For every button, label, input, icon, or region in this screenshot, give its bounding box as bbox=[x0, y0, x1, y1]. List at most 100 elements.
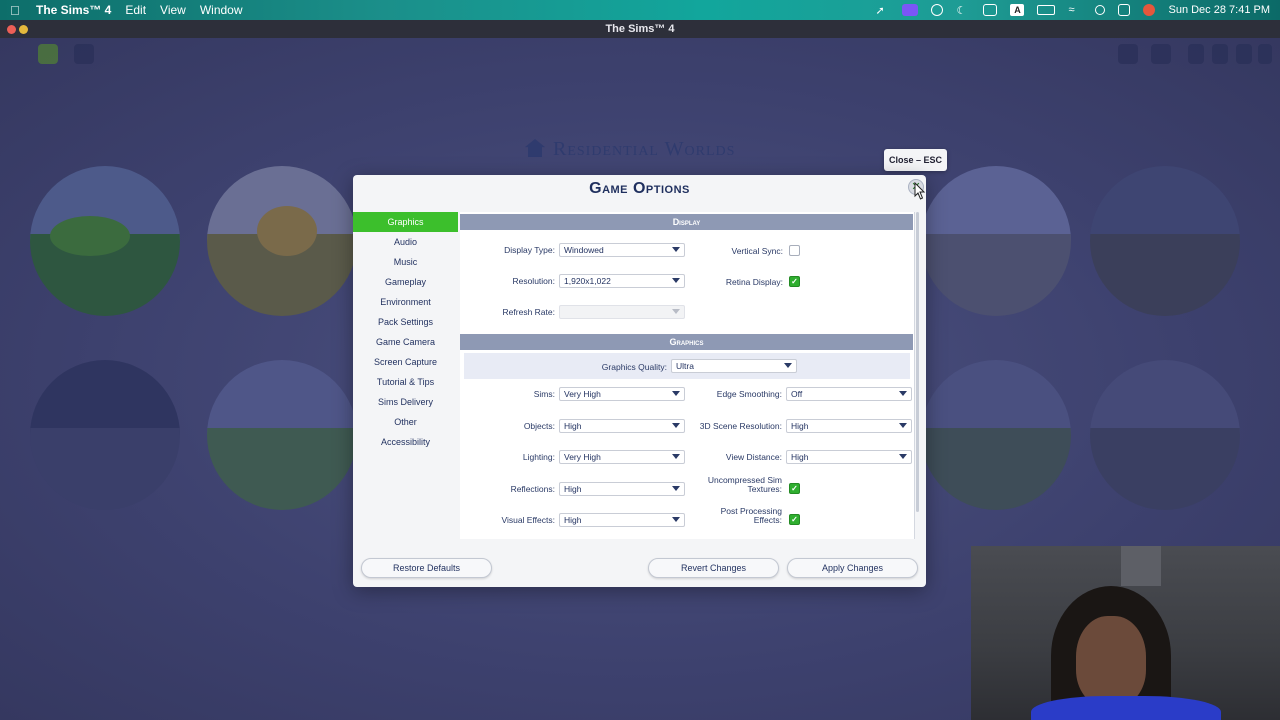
window-title: The Sims™ 4 bbox=[605, 23, 675, 35]
nav-accessibility[interactable]: Accessibility bbox=[353, 432, 458, 452]
apple-icon[interactable]:  bbox=[10, 3, 28, 18]
nav-sims-delivery[interactable]: Sims Delivery bbox=[353, 392, 458, 412]
wifi-icon[interactable]: ≈ bbox=[1068, 4, 1082, 16]
moon-icon[interactable]: ☾ bbox=[956, 4, 970, 17]
menu-app-name[interactable]: The Sims™ 4 bbox=[36, 3, 111, 17]
graphics-settings-panel: Display Display Type: Windowed Resolutio… bbox=[460, 212, 915, 539]
chevron-down-icon bbox=[672, 517, 680, 522]
graphics-quality-dropdown[interactable]: Ultra bbox=[671, 359, 797, 373]
webcam-person-shirt bbox=[1031, 696, 1221, 720]
search-icon[interactable] bbox=[1095, 5, 1106, 15]
nav-audio[interactable]: Audio bbox=[353, 232, 458, 252]
view-distance-dropdown[interactable]: High bbox=[786, 450, 912, 464]
sims-dropdown[interactable]: Very High bbox=[559, 387, 685, 401]
world-thumbnail[interactable] bbox=[1090, 360, 1240, 510]
resolution-dropdown[interactable]: 1,920x1,022 bbox=[559, 274, 685, 288]
resolution-label: Resolution: bbox=[512, 276, 555, 286]
nav-pack-settings[interactable]: Pack Settings bbox=[353, 312, 458, 332]
dialog-title: Game Options bbox=[589, 180, 690, 197]
uncompressed-textures-checkbox[interactable]: ✓ bbox=[789, 483, 800, 494]
lighting-label: Lighting: bbox=[522, 452, 555, 462]
retina-display-checkbox[interactable]: ✓ bbox=[789, 276, 800, 287]
nav-tutorial-tips[interactable]: Tutorial & Tips bbox=[353, 372, 458, 392]
more-icon[interactable] bbox=[1258, 44, 1272, 64]
world-thumbnail[interactable] bbox=[207, 360, 357, 510]
restore-defaults-button[interactable]: Restore Defaults bbox=[361, 558, 492, 578]
window-icon[interactable] bbox=[983, 4, 998, 16]
world-thumbnail[interactable] bbox=[207, 166, 357, 316]
nav-graphics[interactable]: Graphics bbox=[353, 212, 458, 232]
retina-display-label: Retina Display: bbox=[725, 277, 783, 287]
nav-music[interactable]: Music bbox=[353, 252, 458, 272]
chevron-down-icon bbox=[672, 454, 680, 459]
cart-icon[interactable] bbox=[1151, 44, 1171, 64]
world-thumbnail[interactable] bbox=[921, 360, 1071, 510]
chevron-down-icon bbox=[899, 423, 907, 428]
battery-icon[interactable] bbox=[1037, 5, 1056, 15]
scene-resolution-label: 3D Scene Resolution: bbox=[699, 421, 782, 431]
nav-screen-capture[interactable]: Screen Capture bbox=[353, 352, 458, 372]
menu-bar-clock[interactable]: Sun Dec 28 7:41 PM bbox=[1168, 4, 1270, 16]
vertical-sync-label: Vertical Sync: bbox=[731, 246, 784, 256]
house-icon bbox=[525, 139, 545, 157]
nav-other[interactable]: Other bbox=[353, 412, 458, 432]
gallery-icon[interactable] bbox=[1188, 44, 1204, 64]
refresh-rate-label: Refresh Rate: bbox=[502, 307, 555, 317]
objects-dropdown[interactable]: High bbox=[559, 419, 685, 433]
chevron-down-icon bbox=[672, 423, 680, 428]
settings-scrollbar[interactable] bbox=[916, 212, 919, 512]
gear-icon[interactable] bbox=[74, 44, 94, 64]
lightbulb-icon[interactable] bbox=[1118, 44, 1138, 64]
input-source-icon[interactable]: A bbox=[1010, 4, 1025, 16]
world-thumbnail[interactable] bbox=[921, 166, 1071, 316]
menu-edit[interactable]: Edit bbox=[125, 3, 146, 17]
apply-changes-button[interactable]: Apply Changes bbox=[787, 558, 918, 578]
mouse-cursor-icon bbox=[914, 182, 926, 200]
vertical-sync-checkbox[interactable] bbox=[789, 245, 800, 256]
nav-environment[interactable]: Environment bbox=[353, 292, 458, 312]
close-window-icon[interactable] bbox=[7, 25, 16, 34]
macos-menu-bar:  The Sims™ 4 Edit View Window ➚ ☾ A ≈ S… bbox=[0, 0, 1280, 20]
revert-changes-button[interactable]: Revert Changes bbox=[648, 558, 779, 578]
options-nav: Graphics Audio Music Gameplay Environmen… bbox=[353, 212, 458, 452]
screen-record-icon[interactable] bbox=[902, 4, 919, 16]
rocket-icon[interactable]: ➚ bbox=[875, 4, 889, 17]
chevron-down-icon bbox=[784, 363, 792, 368]
world-thumbnail[interactable] bbox=[30, 166, 180, 316]
edge-smoothing-dropdown[interactable]: Off bbox=[786, 387, 912, 401]
world-thumbnail[interactable] bbox=[30, 360, 180, 510]
webcam-person-face bbox=[1076, 616, 1146, 706]
chevron-down-icon bbox=[672, 391, 680, 396]
post-processing-checkbox[interactable]: ✓ bbox=[789, 514, 800, 525]
chevron-down-icon bbox=[672, 247, 680, 252]
display-section-header: Display bbox=[460, 214, 913, 230]
home-icon[interactable] bbox=[38, 44, 58, 64]
social-icon[interactable] bbox=[1212, 44, 1228, 64]
world-thumbnail[interactable] bbox=[1090, 166, 1240, 316]
residential-worlds-title: Residential Worlds bbox=[525, 138, 735, 161]
webcam-background-window bbox=[1121, 546, 1161, 586]
menu-icon[interactable] bbox=[1236, 44, 1252, 64]
nav-game-camera[interactable]: Game Camera bbox=[353, 332, 458, 352]
chevron-down-icon bbox=[899, 454, 907, 459]
siri-icon[interactable] bbox=[1143, 4, 1156, 16]
scene-resolution-dropdown[interactable]: High bbox=[786, 419, 912, 433]
visual-effects-dropdown[interactable]: High bbox=[559, 513, 685, 527]
game-options-dialog: Game Options ✕ Graphics Audio Music Game… bbox=[353, 175, 926, 587]
refresh-rate-dropdown[interactable] bbox=[559, 305, 685, 319]
reflections-dropdown[interactable]: High bbox=[559, 482, 685, 496]
graphics-section-header: Graphics bbox=[460, 334, 913, 350]
graphics-quality-label: Graphics Quality: bbox=[601, 362, 667, 372]
menu-window[interactable]: Window bbox=[200, 3, 243, 17]
menu-view[interactable]: View bbox=[160, 3, 186, 17]
nav-gameplay[interactable]: Gameplay bbox=[353, 272, 458, 292]
edge-smoothing-label: Edge Smoothing: bbox=[716, 389, 782, 399]
reflections-label: Reflections: bbox=[510, 484, 555, 494]
lighting-dropdown[interactable]: Very High bbox=[559, 450, 685, 464]
display-type-label: Display Type: bbox=[504, 245, 555, 255]
accessibility-icon[interactable] bbox=[931, 4, 944, 16]
display-type-dropdown[interactable]: Windowed bbox=[559, 243, 685, 257]
control-center-icon[interactable] bbox=[1118, 4, 1131, 16]
visual-effects-label: Visual Effects: bbox=[501, 515, 555, 525]
minimize-window-icon[interactable] bbox=[19, 25, 28, 34]
